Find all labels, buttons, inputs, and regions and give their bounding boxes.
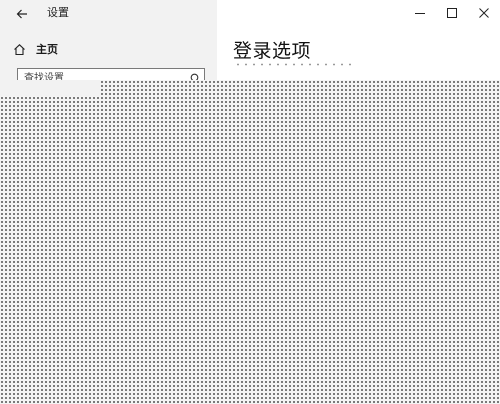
caption-buttons — [404, 0, 500, 24]
content-edge — [228, 72, 500, 80]
obscured-subtitle — [234, 63, 354, 66]
sidebar-item-label: 主页 — [36, 43, 58, 56]
minimize-icon — [415, 3, 425, 22]
settings-window: 设置 主页 查找设置 登录选项 — [0, 0, 500, 404]
close-icon — [479, 3, 489, 22]
back-button[interactable] — [8, 0, 36, 28]
app-title: 设置 — [47, 6, 69, 19]
sidebar-item-home[interactable]: 主页 — [12, 40, 58, 58]
maximize-button[interactable] — [436, 0, 468, 24]
home-icon — [12, 42, 26, 56]
minimize-button[interactable] — [404, 0, 436, 24]
maximize-icon — [447, 3, 457, 22]
close-button[interactable] — [468, 0, 500, 24]
sidebar-edge — [0, 80, 100, 96]
page-title: 登录选项 — [233, 40, 312, 62]
back-arrow-icon — [16, 5, 28, 24]
pixelated-overlay — [0, 80, 500, 404]
